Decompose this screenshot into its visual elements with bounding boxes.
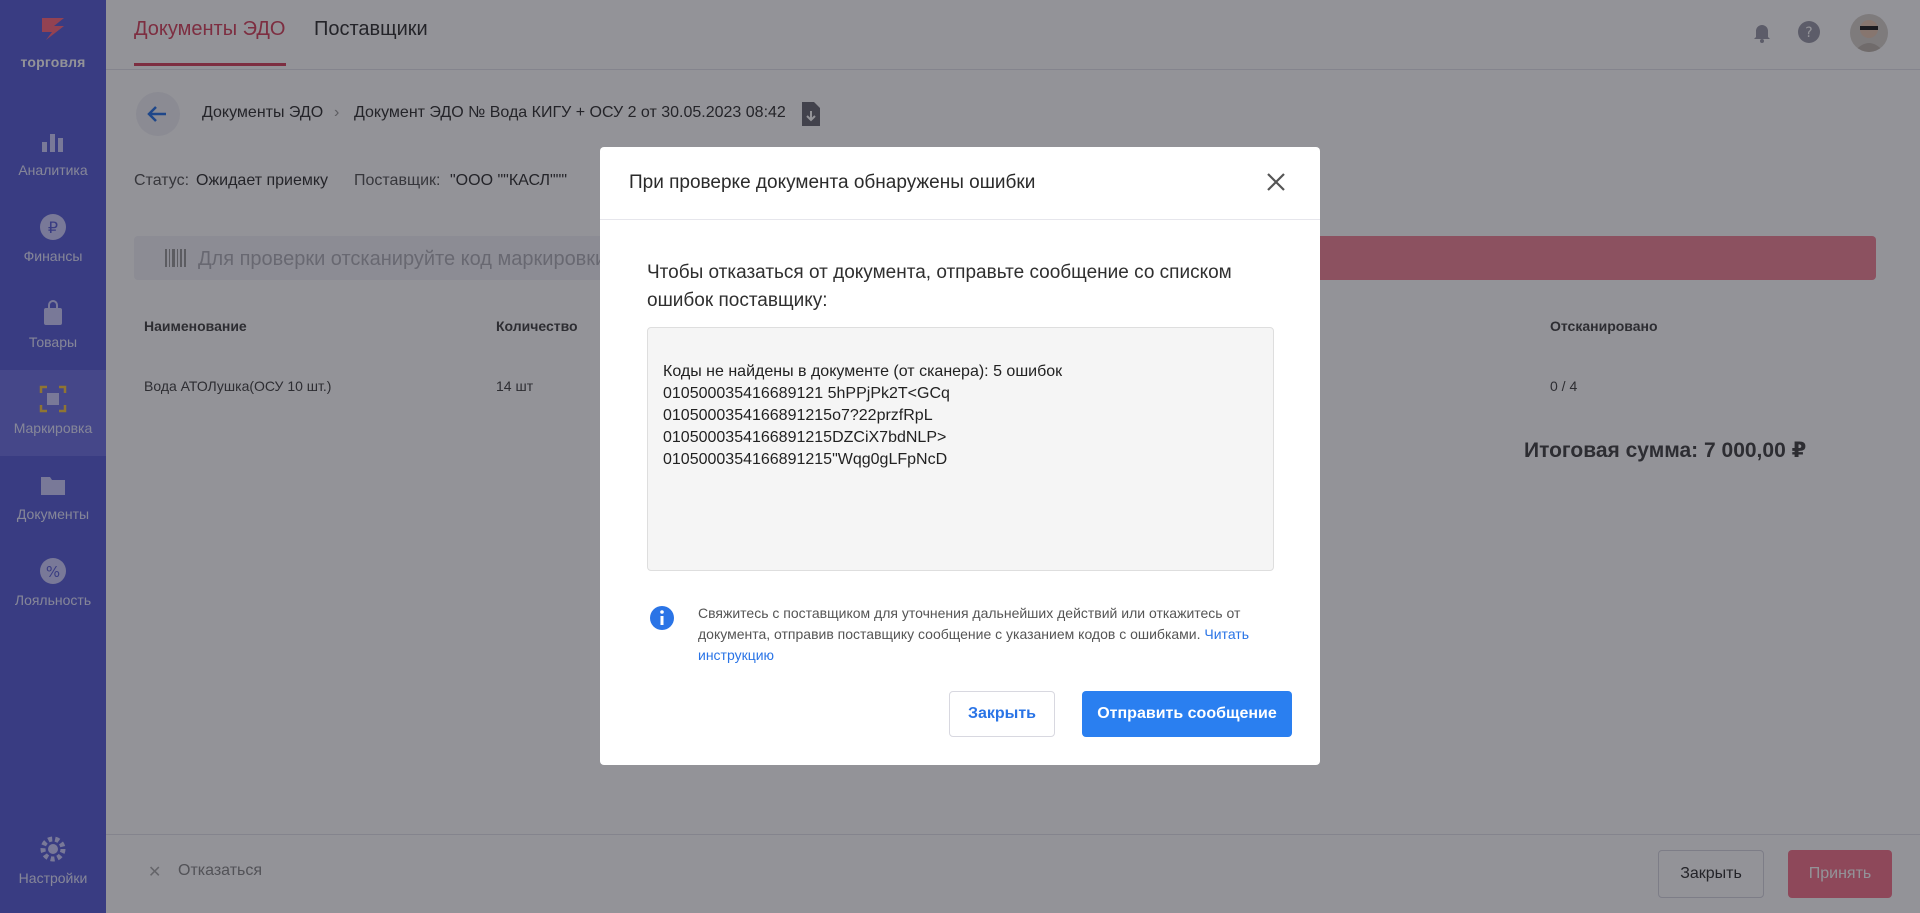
send-message-button[interactable]: Отправить сообщение: [1082, 691, 1292, 737]
dialog-description: Чтобы отказаться от документа, отправьте…: [647, 262, 1232, 311]
error-dialog: При проверке документа обнаружены ошибки…: [600, 147, 1320, 765]
info-text: Свяжитесь с поставщиком для уточнения да…: [698, 605, 1241, 642]
close-icon[interactable]: [1263, 169, 1289, 195]
dialog-title: При проверке документа обнаружены ошибки: [629, 172, 1036, 193]
codes-header: Коды не найдены в документе (от сканера)…: [663, 363, 1063, 380]
error-codes-textarea[interactable]: Коды не найдены в документе (от сканера)…: [647, 327, 1274, 571]
info-icon: [650, 606, 674, 630]
error-code: 0105000354166891215o7?22przfRpL: [663, 407, 933, 424]
dialog-close-button[interactable]: Закрыть: [949, 691, 1055, 737]
info-message: Свяжитесь с поставщиком для уточнения да…: [698, 603, 1258, 666]
error-code: 010500035416689121 5hPPjPk2T<GCq: [663, 385, 950, 402]
error-code: 0105000354166891215DZCiX7bdNLP>: [663, 429, 947, 446]
error-code: 0105000354166891215"Wqg0gLFpNcD: [663, 451, 948, 468]
dialog-header: При проверке документа обнаружены ошибки: [600, 147, 1320, 220]
